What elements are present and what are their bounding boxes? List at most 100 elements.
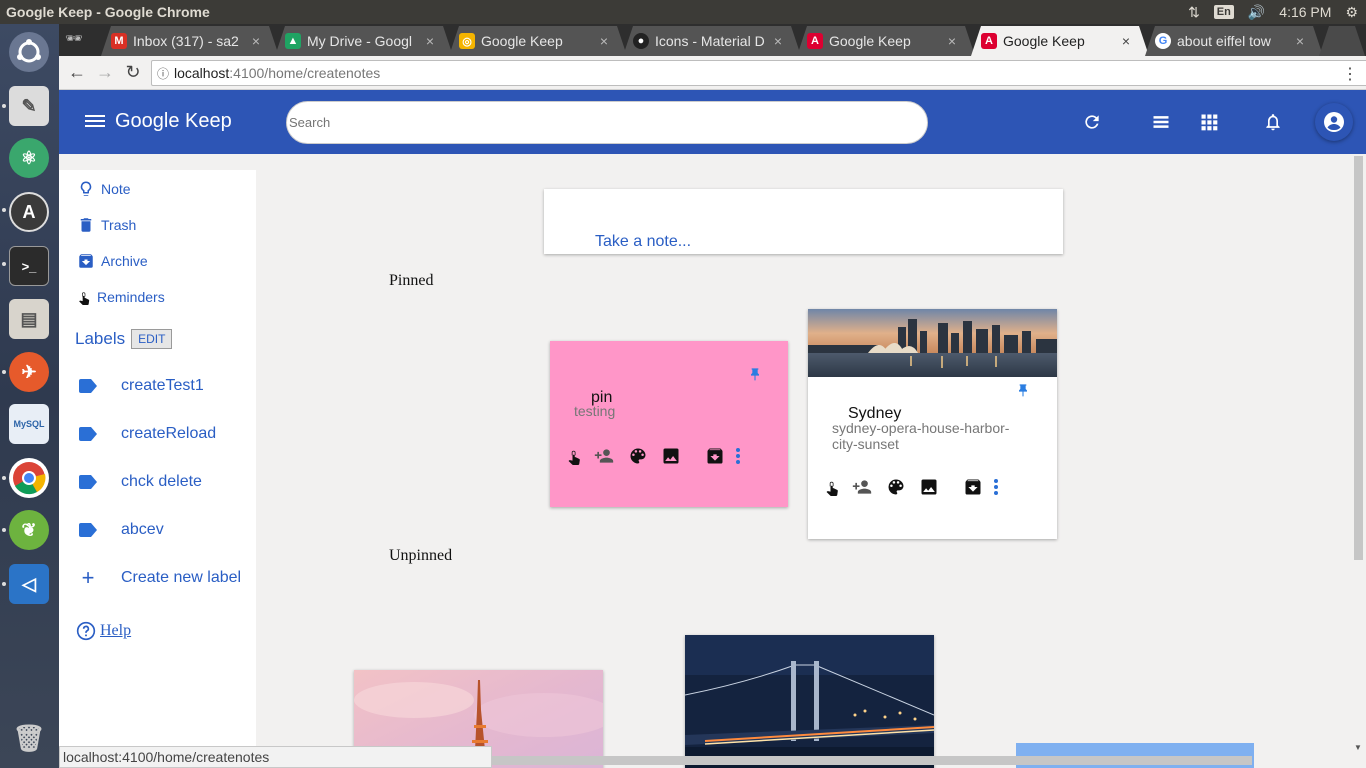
tab-google-keep-2[interactable]: A Google Keep × bbox=[797, 26, 975, 56]
image-icon[interactable] bbox=[918, 476, 940, 498]
note-card-sydney[interactable]: Sydney sydney-opera-house-harbor-city-su… bbox=[808, 309, 1057, 539]
palette-icon[interactable] bbox=[627, 445, 649, 467]
trash-bin-icon[interactable]: 🗑 bbox=[9, 718, 49, 758]
ubuntu-dash-icon[interactable] bbox=[9, 32, 49, 72]
system-tray: ⇅ En 🔊 4:16 PM ⚙ bbox=[1188, 4, 1366, 21]
spring-tool-suite-icon[interactable]: ❦ bbox=[9, 510, 49, 550]
note-card-pin[interactable]: pin testing bbox=[550, 341, 788, 507]
app-title: Google Keep bbox=[115, 110, 232, 132]
tab-drive[interactable]: ▲ My Drive - Googl × bbox=[275, 26, 453, 56]
image-icon[interactable] bbox=[660, 445, 682, 467]
scroll-down-arrow-icon[interactable]: ▼ bbox=[1354, 743, 1362, 752]
gmail-icon: M bbox=[111, 33, 127, 49]
forward-arrow-icon[interactable]: → bbox=[91, 59, 119, 87]
horizontal-scrollbar[interactable] bbox=[492, 756, 1252, 765]
take-note-input[interactable]: Take a note... bbox=[544, 189, 1063, 254]
tab-close-icon[interactable]: × bbox=[943, 33, 961, 49]
label-item-createreload[interactable]: createReload bbox=[79, 425, 216, 443]
tab-google-keep-active[interactable]: A Google Keep × bbox=[971, 26, 1149, 56]
search-input[interactable] bbox=[286, 101, 928, 144]
keyboard-layout-indicator[interactable]: En bbox=[1213, 5, 1234, 19]
atom-icon[interactable]: ⚛ bbox=[9, 138, 49, 178]
github-icon: ● bbox=[633, 33, 649, 49]
label-item-createtest1[interactable]: createTest1 bbox=[79, 377, 204, 395]
label-tag-icon bbox=[79, 427, 97, 441]
label-tag-icon bbox=[79, 379, 97, 393]
list-view-icon[interactable] bbox=[1149, 110, 1173, 134]
chrome-menu-icon[interactable]: ⋮ bbox=[1342, 64, 1358, 84]
collaborator-add-icon[interactable] bbox=[851, 476, 873, 498]
tab-close-icon[interactable]: × bbox=[1291, 33, 1309, 49]
pin-icon[interactable] bbox=[1014, 382, 1032, 400]
help-link[interactable]: Help bbox=[76, 621, 131, 641]
tab-eiffel-search[interactable]: G about eiffel tow × bbox=[1145, 26, 1323, 56]
label-item-chck-delete[interactable]: chck delete bbox=[79, 473, 202, 491]
sidebar-item-reminders[interactable]: Reminders bbox=[75, 286, 165, 308]
terminal-icon[interactable]: >_ bbox=[9, 246, 49, 286]
sidebar-item-trash[interactable]: Trash bbox=[75, 214, 136, 236]
mysql-workbench-icon[interactable]: MySQL bbox=[9, 404, 49, 444]
tab-google-keep-1[interactable]: ◎ Google Keep × bbox=[449, 26, 627, 56]
label-tag-icon bbox=[79, 523, 97, 537]
archive-note-icon[interactable] bbox=[962, 476, 984, 498]
new-tab-button[interactable] bbox=[1319, 26, 1365, 56]
note-image-george-washington-bridge bbox=[685, 635, 934, 768]
angular-icon: A bbox=[981, 33, 997, 49]
url-host: localhost bbox=[174, 65, 230, 81]
sidebar-item-archive[interactable]: Archive bbox=[75, 250, 148, 272]
drive-icon: ▲ bbox=[285, 33, 301, 49]
note-actions bbox=[821, 476, 1002, 498]
palette-icon[interactable] bbox=[885, 476, 907, 498]
postman-icon[interactable]: ✈ bbox=[9, 352, 49, 392]
network-icon[interactable]: ⇅ bbox=[1188, 4, 1200, 21]
notifications-bell-icon[interactable] bbox=[1261, 110, 1285, 134]
remind-touch-icon[interactable] bbox=[563, 445, 585, 467]
reload-icon[interactable]: ↻ bbox=[119, 59, 147, 87]
url-path: :4100/home/createnotes bbox=[229, 65, 381, 81]
edit-labels-button[interactable]: EDIT bbox=[131, 329, 173, 349]
tab-material-icons[interactable]: ● Icons - Material D × bbox=[623, 26, 801, 56]
note-image-sydney bbox=[808, 309, 1057, 377]
files-icon[interactable]: ▤ bbox=[9, 299, 49, 339]
archive-note-icon[interactable] bbox=[704, 445, 726, 467]
tab-close-icon[interactable]: × bbox=[595, 33, 613, 49]
software-updater-icon[interactable]: A bbox=[9, 192, 49, 232]
note-body: sydney-opera-house-harbor-city-sunset bbox=[832, 420, 1010, 452]
label-tag-icon bbox=[79, 475, 97, 489]
tab-close-icon[interactable]: × bbox=[769, 33, 787, 49]
remind-touch-icon[interactable] bbox=[821, 476, 843, 498]
clock[interactable]: 4:16 PM bbox=[1279, 4, 1331, 20]
labels-heading: Labels EDIT bbox=[75, 329, 173, 349]
tab-close-icon[interactable]: × bbox=[421, 33, 439, 49]
scrollbar-thumb[interactable] bbox=[1354, 156, 1363, 560]
vscode-icon[interactable]: ◁ bbox=[9, 564, 49, 604]
pin-icon[interactable] bbox=[746, 366, 764, 384]
lightbulb-icon bbox=[75, 178, 97, 200]
more-vert-icon[interactable] bbox=[732, 445, 744, 467]
create-new-label-button[interactable]: + Create new label bbox=[79, 565, 242, 590]
volume-icon[interactable]: 🔊 bbox=[1248, 4, 1265, 21]
unpinned-heading: Unpinned bbox=[389, 547, 453, 564]
sidebar-item-note[interactable]: Note bbox=[75, 178, 131, 200]
tab-gmail[interactable]: M Inbox (317) - sa2 × bbox=[101, 26, 279, 56]
plus-icon: + bbox=[81, 565, 95, 590]
angular-icon: A bbox=[807, 33, 823, 49]
settings-gear-icon[interactable]: ⚙ bbox=[1345, 4, 1358, 21]
main-content: Note Trash Archive Reminders Labels EDIT bbox=[59, 154, 1352, 768]
more-vert-icon[interactable] bbox=[990, 476, 1002, 498]
hamburger-menu-icon[interactable] bbox=[85, 112, 105, 132]
text-editor-icon[interactable]: ✎ bbox=[9, 86, 49, 126]
apps-grid-icon[interactable] bbox=[1197, 110, 1221, 134]
tab-close-icon[interactable]: × bbox=[1117, 33, 1135, 49]
tab-close-icon[interactable]: × bbox=[247, 33, 265, 49]
site-info-icon[interactable]: ⓘ bbox=[152, 65, 174, 82]
back-arrow-icon[interactable]: ← bbox=[63, 59, 91, 87]
note-card-bridge[interactable] bbox=[685, 635, 934, 768]
address-bar[interactable]: ⓘ localhost:4100/home/createnotes ☆ bbox=[151, 60, 1366, 86]
collaborator-add-icon[interactable] bbox=[593, 445, 615, 467]
chrome-icon[interactable] bbox=[9, 458, 49, 498]
label-item-abcev[interactable]: abcev bbox=[79, 521, 164, 539]
account-avatar-icon[interactable] bbox=[1315, 103, 1353, 141]
vertical-scrollbar[interactable]: ▼ bbox=[1352, 154, 1366, 754]
refresh-icon[interactable] bbox=[1080, 110, 1104, 134]
